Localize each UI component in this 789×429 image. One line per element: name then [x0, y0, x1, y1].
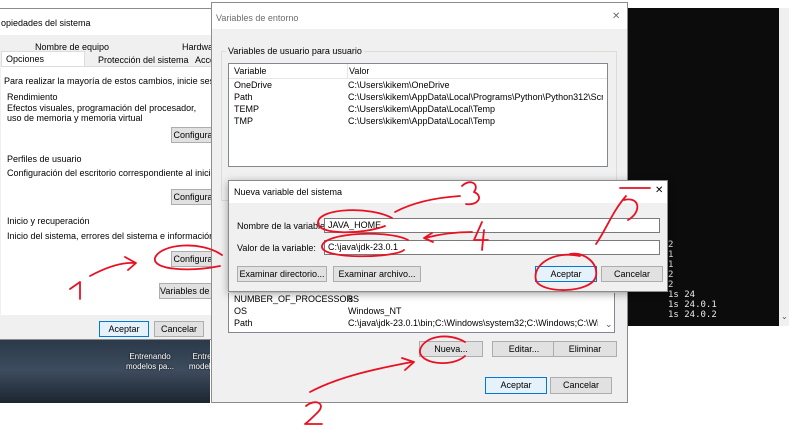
handwritten-annotations — [69, 181, 651, 425]
